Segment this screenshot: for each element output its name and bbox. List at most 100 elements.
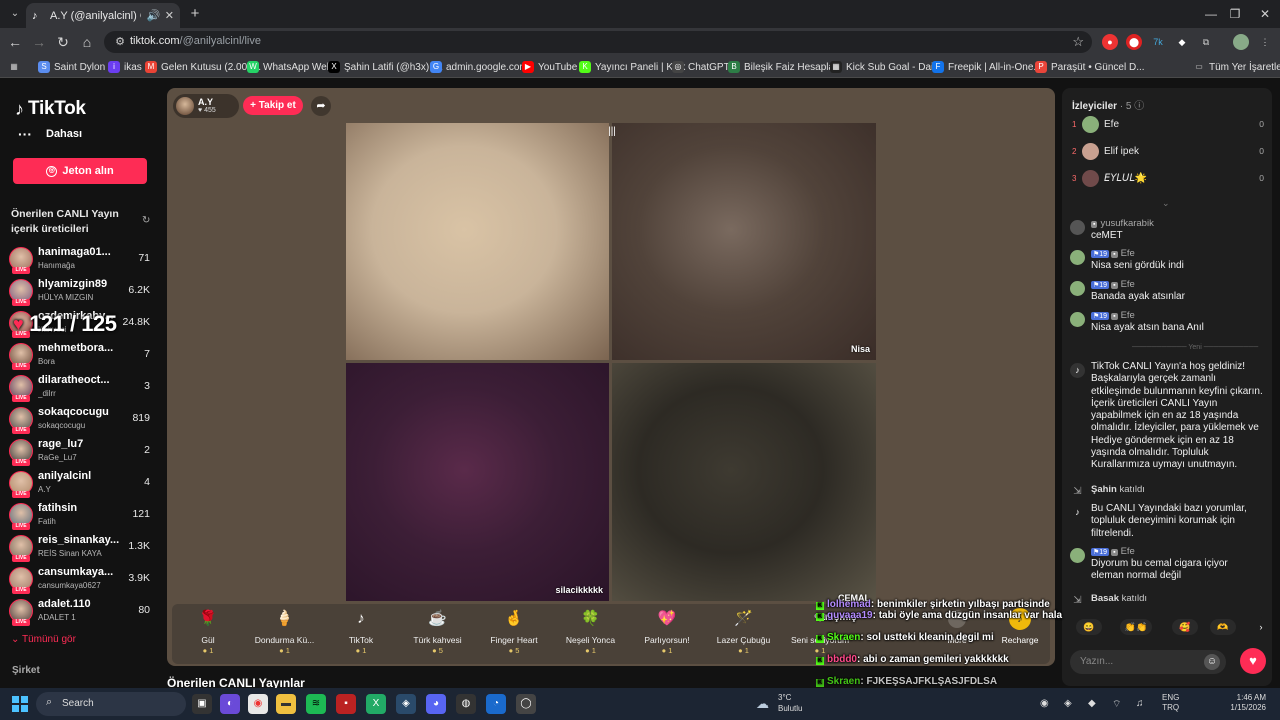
see-all-link[interactable]: ⌄ Tümünü gör	[11, 634, 76, 645]
bookmark-item[interactable]: B Bileşik Faiz Hesapla...	[728, 60, 842, 74]
bookmark-item[interactable]: F Freepik | All-in-One...	[932, 60, 1042, 74]
chrome-icon[interactable]: ◉	[248, 694, 268, 714]
quick-reaction-button[interactable]: 🫶	[1210, 619, 1236, 635]
bookmark-item[interactable]: Gadmin.google.com	[430, 60, 528, 74]
spotify-icon[interactable]: ≋	[306, 694, 326, 714]
chat-input[interactable]: Yazın... ☺	[1070, 650, 1226, 674]
forward-icon[interactable]: →	[29, 32, 49, 52]
volume-icon[interactable]: ♫	[1136, 698, 1144, 709]
gift-item[interactable]: 🍦 Dondurma Kü... ● 1	[248, 608, 322, 660]
creator-item[interactable]: LIVE rage_lu7 RaGe_Lu7 2	[9, 437, 154, 467]
top-viewer-item[interactable]: 2 Elif ipek 0	[1072, 142, 1264, 162]
reload-icon[interactable]: ↻	[53, 32, 73, 52]
creator-item[interactable]: LIVE hlyamizgin89 HÜLYA MIZGIN 6.2K	[9, 277, 154, 307]
obs-icon[interactable]: ◍	[456, 694, 476, 714]
app-icon[interactable]: ▪	[336, 694, 356, 714]
excel-icon[interactable]: X	[366, 694, 386, 714]
steam-icon[interactable]: ◉	[1040, 698, 1049, 709]
task-view-icon[interactable]: ▣	[192, 694, 212, 714]
extension-icon[interactable]: 7k	[1150, 34, 1166, 50]
quick-reaction-button[interactable]: 👏👏	[1120, 619, 1152, 635]
app-tray-icon[interactable]: ◈	[1064, 698, 1072, 709]
bookmark-item[interactable]: ▦ Kick Sub Goal - Dail...	[830, 60, 944, 74]
address-bar[interactable]: ⚙ tiktok.com/@anilyalcinl/live ☆	[104, 31, 1092, 53]
gift-item[interactable]: 🤞 Finger Heart ● 5	[477, 608, 551, 660]
file-explorer-icon[interactable]: ▬	[276, 694, 296, 714]
bookmark-item[interactable]: M Gelen Kutusu (2.008...	[145, 60, 261, 74]
creator-item[interactable]: LIVE anilyalcinl A.Y 4	[9, 469, 154, 499]
live-stream-player[interactable]: A.Y ♥ 455 + Takip et ➦ Nisa silacikkkkk …	[167, 88, 1055, 666]
bookmark-star-icon[interactable]: ☆	[1072, 34, 1084, 50]
quick-reaction-button[interactable]: 🥰	[1172, 619, 1198, 635]
gift-item[interactable]: 🌹 Gül ● 1	[171, 608, 245, 660]
app-icon[interactable]: ◯	[516, 694, 536, 714]
url-text[interactable]: tiktok.com/@anilyalcinl/live	[130, 35, 261, 47]
bookmark-item[interactable]: ◎ ChatGPT	[672, 60, 730, 74]
audio-icon[interactable]: 🔊	[147, 10, 161, 22]
menu-kebab-icon[interactable]: ⋮	[1257, 34, 1273, 50]
back-icon[interactable]: ←	[5, 32, 25, 52]
bookmark-item[interactable]: i ikas	[108, 60, 142, 74]
tab-search-icon[interactable]: ⌄	[6, 5, 24, 23]
company-link[interactable]: Şirket	[12, 665, 40, 676]
top-viewer-item[interactable]: 1 Efe 0	[1072, 115, 1264, 135]
creator-item[interactable]: LIVE sokaqcocugu sokaqcocugu 819	[9, 405, 154, 435]
copilot-icon[interactable]: ◐	[220, 694, 240, 714]
maximize-button[interactable]: ❐	[1220, 4, 1250, 24]
emoji-icon[interactable]: ☺	[1204, 654, 1220, 670]
app-tray-icon[interactable]: ◆	[1088, 698, 1096, 709]
bookmark-item[interactable]: S Saint Dylon	[38, 60, 105, 74]
extension-icon[interactable]: ⬤	[1126, 34, 1142, 50]
creator-item[interactable]: LIVE reis_sinankay... REİS Sinan KAYA 1.3K	[9, 533, 154, 563]
chevron-right-icon[interactable]: ›	[1248, 619, 1272, 635]
chevron-down-icon[interactable]: ⌄	[1162, 198, 1170, 209]
bookmark-item[interactable]: K Yayıncı Paneli | Kick	[579, 60, 685, 74]
gift-item[interactable]: 🍀 Neşeli Yonca ● 1	[554, 608, 628, 660]
get-coins-button[interactable]: ◎ Jeton alın	[13, 158, 147, 184]
share-icon[interactable]: ➦	[311, 96, 331, 116]
gift-item[interactable]: 🪄 Lazer Çubuğu ● 1	[707, 608, 781, 660]
tab-active[interactable]: ♪ A.Y (@anilyalcinl) CANLI Yayın 🔊 ✕	[26, 3, 180, 28]
app-icon[interactable]: ◈	[396, 694, 416, 714]
bookmark-item[interactable]: X Şahin Latifi (@h3x) /...	[328, 60, 443, 74]
quick-reaction-button[interactable]: 😄	[1076, 619, 1102, 635]
apps-grid-icon[interactable]: ▦	[8, 60, 20, 74]
close-tab-icon[interactable]: ✕	[165, 9, 174, 22]
extension-icon[interactable]: ◆	[1174, 34, 1190, 50]
video-tile[interactable]: CEMAL	[612, 363, 876, 601]
video-tile[interactable]: Nisa	[612, 123, 876, 360]
taskbar-search[interactable]: ⌕ Search	[36, 692, 186, 716]
start-button[interactable]	[12, 696, 28, 712]
bookmark-item[interactable]: P Paraşüt • Güncel D...	[1035, 60, 1145, 74]
profile-avatar[interactable]	[1233, 34, 1249, 50]
creator-item[interactable]: LIVE hanimaga01... Hanımağa 71	[9, 245, 154, 275]
new-tab-button[interactable]: +	[186, 5, 204, 23]
site-info-icon[interactable]: ⚙	[112, 34, 128, 50]
tiktok-logo[interactable]: ♪ TikTok	[15, 98, 86, 120]
bookmarks-folder[interactable]: ▭ Tüm Yer İşaretleri	[1193, 60, 1280, 74]
bookmark-item[interactable]: W WhatsApp Web	[247, 60, 332, 74]
video-tile[interactable]	[346, 123, 609, 360]
creator-item[interactable]: LIVE dilaratheoct... _dilrr 3	[9, 373, 154, 403]
weather-widget[interactable]: ☁ 3°C Bulutlu	[756, 692, 816, 716]
extensions-puzzle-icon[interactable]: ⧉	[1198, 34, 1214, 50]
creator-item[interactable]: LIVE mehmetbora... Bora 7	[9, 341, 154, 371]
discord-icon[interactable]: ◕	[426, 694, 446, 714]
top-viewer-item[interactable]: 3 𝘌𝘠𝘓𝘜𝘓🌟 0	[1072, 169, 1264, 189]
wifi-icon[interactable]: ⌔	[1112, 698, 1121, 711]
close-window-button[interactable]: ✕	[1250, 4, 1280, 24]
creator-item[interactable]: LIVE fatihsin Fatih 121	[9, 501, 154, 531]
app-icon[interactable]: ◔	[486, 694, 506, 714]
gift-item[interactable]: ♪ TikTok ● 1	[324, 608, 398, 660]
bookmark-item[interactable]: ▶ YouTube	[522, 60, 577, 74]
like-heart-button[interactable]: ♥	[1240, 648, 1266, 674]
follow-button[interactable]: + Takip et	[243, 96, 303, 115]
gift-item[interactable]: 💖 Parlıyorsun! ● 1	[630, 608, 704, 660]
refresh-icon[interactable]: ↻	[142, 215, 150, 226]
creator-item[interactable]: LIVE adalet.110 ADALET 1 80	[9, 597, 154, 627]
creator-item[interactable]: LIVE cansumkaya... cansumkaya0627 3.9K	[9, 565, 154, 595]
home-icon[interactable]: ⌂	[77, 32, 97, 52]
host-info[interactable]: A.Y ♥ 455	[173, 94, 239, 118]
more-menu[interactable]: ··· Dahası	[18, 126, 82, 142]
clock[interactable]: 1:46 AM 1/15/2026	[1226, 693, 1266, 713]
